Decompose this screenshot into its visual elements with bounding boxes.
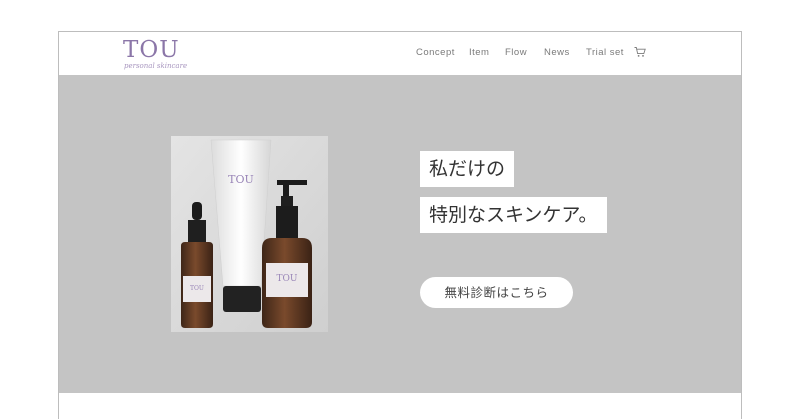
nav-item-trial-set[interactable]: Trial set [586, 45, 624, 61]
product-photo: TOU TOU TOU [171, 136, 328, 332]
hero-headline-line2: 特別なスキンケア。 [420, 197, 607, 233]
site-header: TOU personal skincare Concept Item Flow … [59, 32, 741, 76]
nav-item-news[interactable]: News [544, 45, 570, 61]
site-frame: TOU personal skincare Concept Item Flow … [58, 31, 742, 419]
cart-icon[interactable] [634, 46, 646, 58]
brand-wordmark: TOU [123, 37, 180, 63]
nav-item-item[interactable]: Item [469, 45, 489, 61]
brand-logo[interactable]: TOU personal skincare [123, 37, 193, 73]
nav-item-concept[interactable]: Concept [416, 45, 455, 61]
dropper-label: TOU [190, 285, 204, 292]
next-section [59, 393, 741, 419]
nav-item-flow[interactable]: Flow [505, 45, 527, 61]
tube-label: TOU [228, 173, 254, 186]
brand-tagline: personal skincare [124, 62, 188, 70]
hero-headline-line1: 私だけの [420, 151, 515, 187]
free-diagnosis-button[interactable]: 無料診断はこちら [420, 277, 573, 308]
hero-section: TOU TOU TOU 私だけの 特別なスキンケア。 無料診断はこちら [59, 75, 741, 393]
pump-label: TOU [277, 274, 298, 284]
